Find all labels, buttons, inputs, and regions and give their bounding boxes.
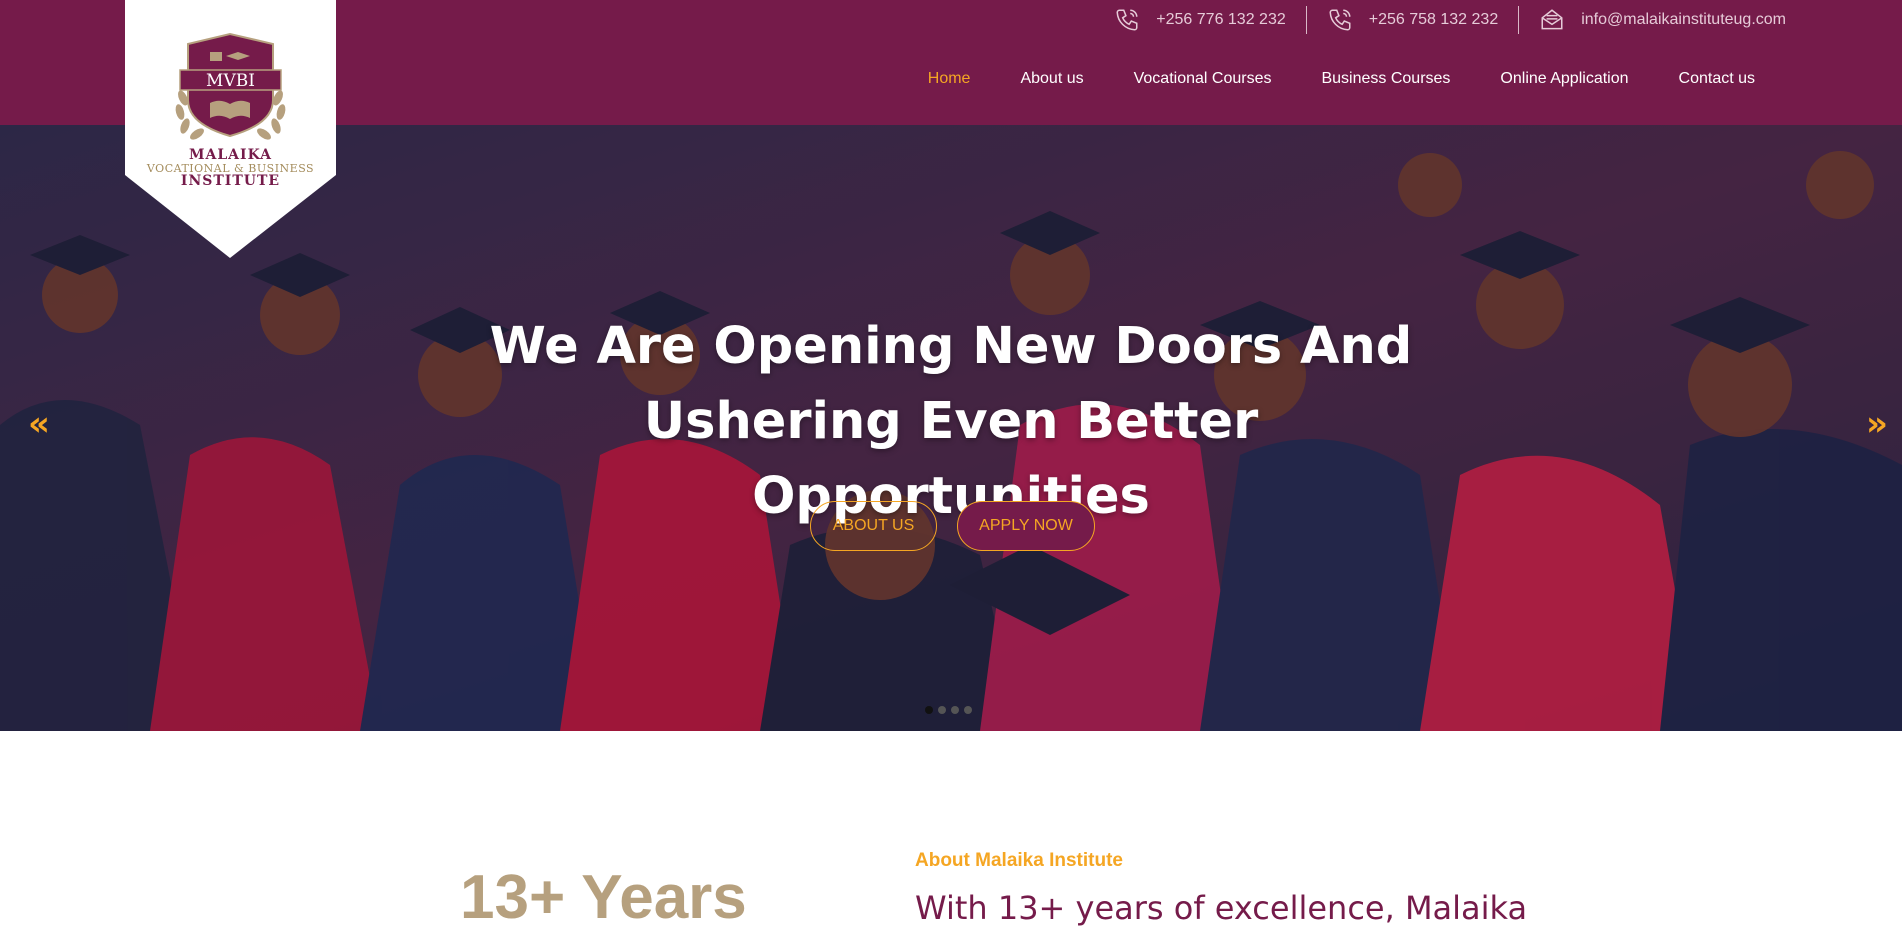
contact-bar: +256 776 132 232 +256 758 132 232 info@m… (1114, 6, 1786, 34)
hero-headline: We Are Opening New Doors And Ushering Ev… (451, 309, 1451, 534)
phone-contact-2[interactable]: +256 758 132 232 (1327, 6, 1498, 34)
about-us-button[interactable]: ABOUT US (810, 501, 937, 551)
nav-online-application[interactable]: Online Application (1500, 70, 1628, 88)
hero-headline-line-1: We Are Opening New Doors And (489, 317, 1413, 377)
nav-home[interactable]: Home (928, 70, 971, 88)
phone-contact-1[interactable]: +256 776 132 232 (1114, 6, 1286, 34)
nav-contact-us[interactable]: Contact us (1679, 70, 1755, 88)
main-nav: Home About us Vocational Courses Busines… (928, 70, 1755, 88)
about-section-label: About Malaika Institute (915, 850, 1123, 871)
logo-line-1: MALAIKA (188, 147, 273, 163)
phone-number-1: +256 776 132 232 (1156, 11, 1286, 28)
nav-business-courses[interactable]: Business Courses (1321, 70, 1450, 88)
logo-wordmark: MALAIKA VOCATIONAL & BUSINESS INSTITUTE (125, 148, 336, 189)
prev-slide-icon[interactable]: « (28, 407, 50, 441)
slide-indicators (925, 706, 972, 714)
nav-about-us[interactable]: About us (1020, 70, 1083, 88)
logo-line-3: INSTITUTE (180, 173, 281, 190)
slide-dot-1[interactable] (925, 706, 933, 714)
phone-number-2: +256 758 132 232 (1368, 11, 1499, 28)
email-contact[interactable]: info@malaikainstituteug.com (1539, 6, 1786, 34)
hero-headline-line-2: Ushering Even Better (643, 392, 1259, 452)
phone-icon (1116, 9, 1138, 31)
slide-dot-4[interactable] (964, 706, 972, 714)
years-experience: 13+ Years (460, 863, 747, 932)
nav-vocational-courses[interactable]: Vocational Courses (1134, 70, 1272, 88)
about-section-heading: With 13+ years of excellence, Malaika (915, 889, 1528, 927)
divider (1518, 6, 1520, 34)
next-slide-icon[interactable]: » (1866, 407, 1888, 441)
divider (1305, 6, 1307, 34)
slide-dot-3[interactable] (951, 706, 959, 714)
slide-dot-2[interactable] (938, 706, 946, 714)
phone-icon (1329, 9, 1351, 31)
email-address: info@malaikainstituteug.com (1581, 11, 1786, 28)
mail-icon (1541, 9, 1563, 30)
svg-text:MVBI: MVBI (206, 71, 255, 91)
logo-badge: MVBI (125, 0, 336, 258)
site-logo[interactable]: MVBI MALAIKA VOCATIONAL & BUSINESS INSTI… (125, 0, 336, 260)
apply-now-button[interactable]: APPLY NOW (957, 501, 1095, 551)
